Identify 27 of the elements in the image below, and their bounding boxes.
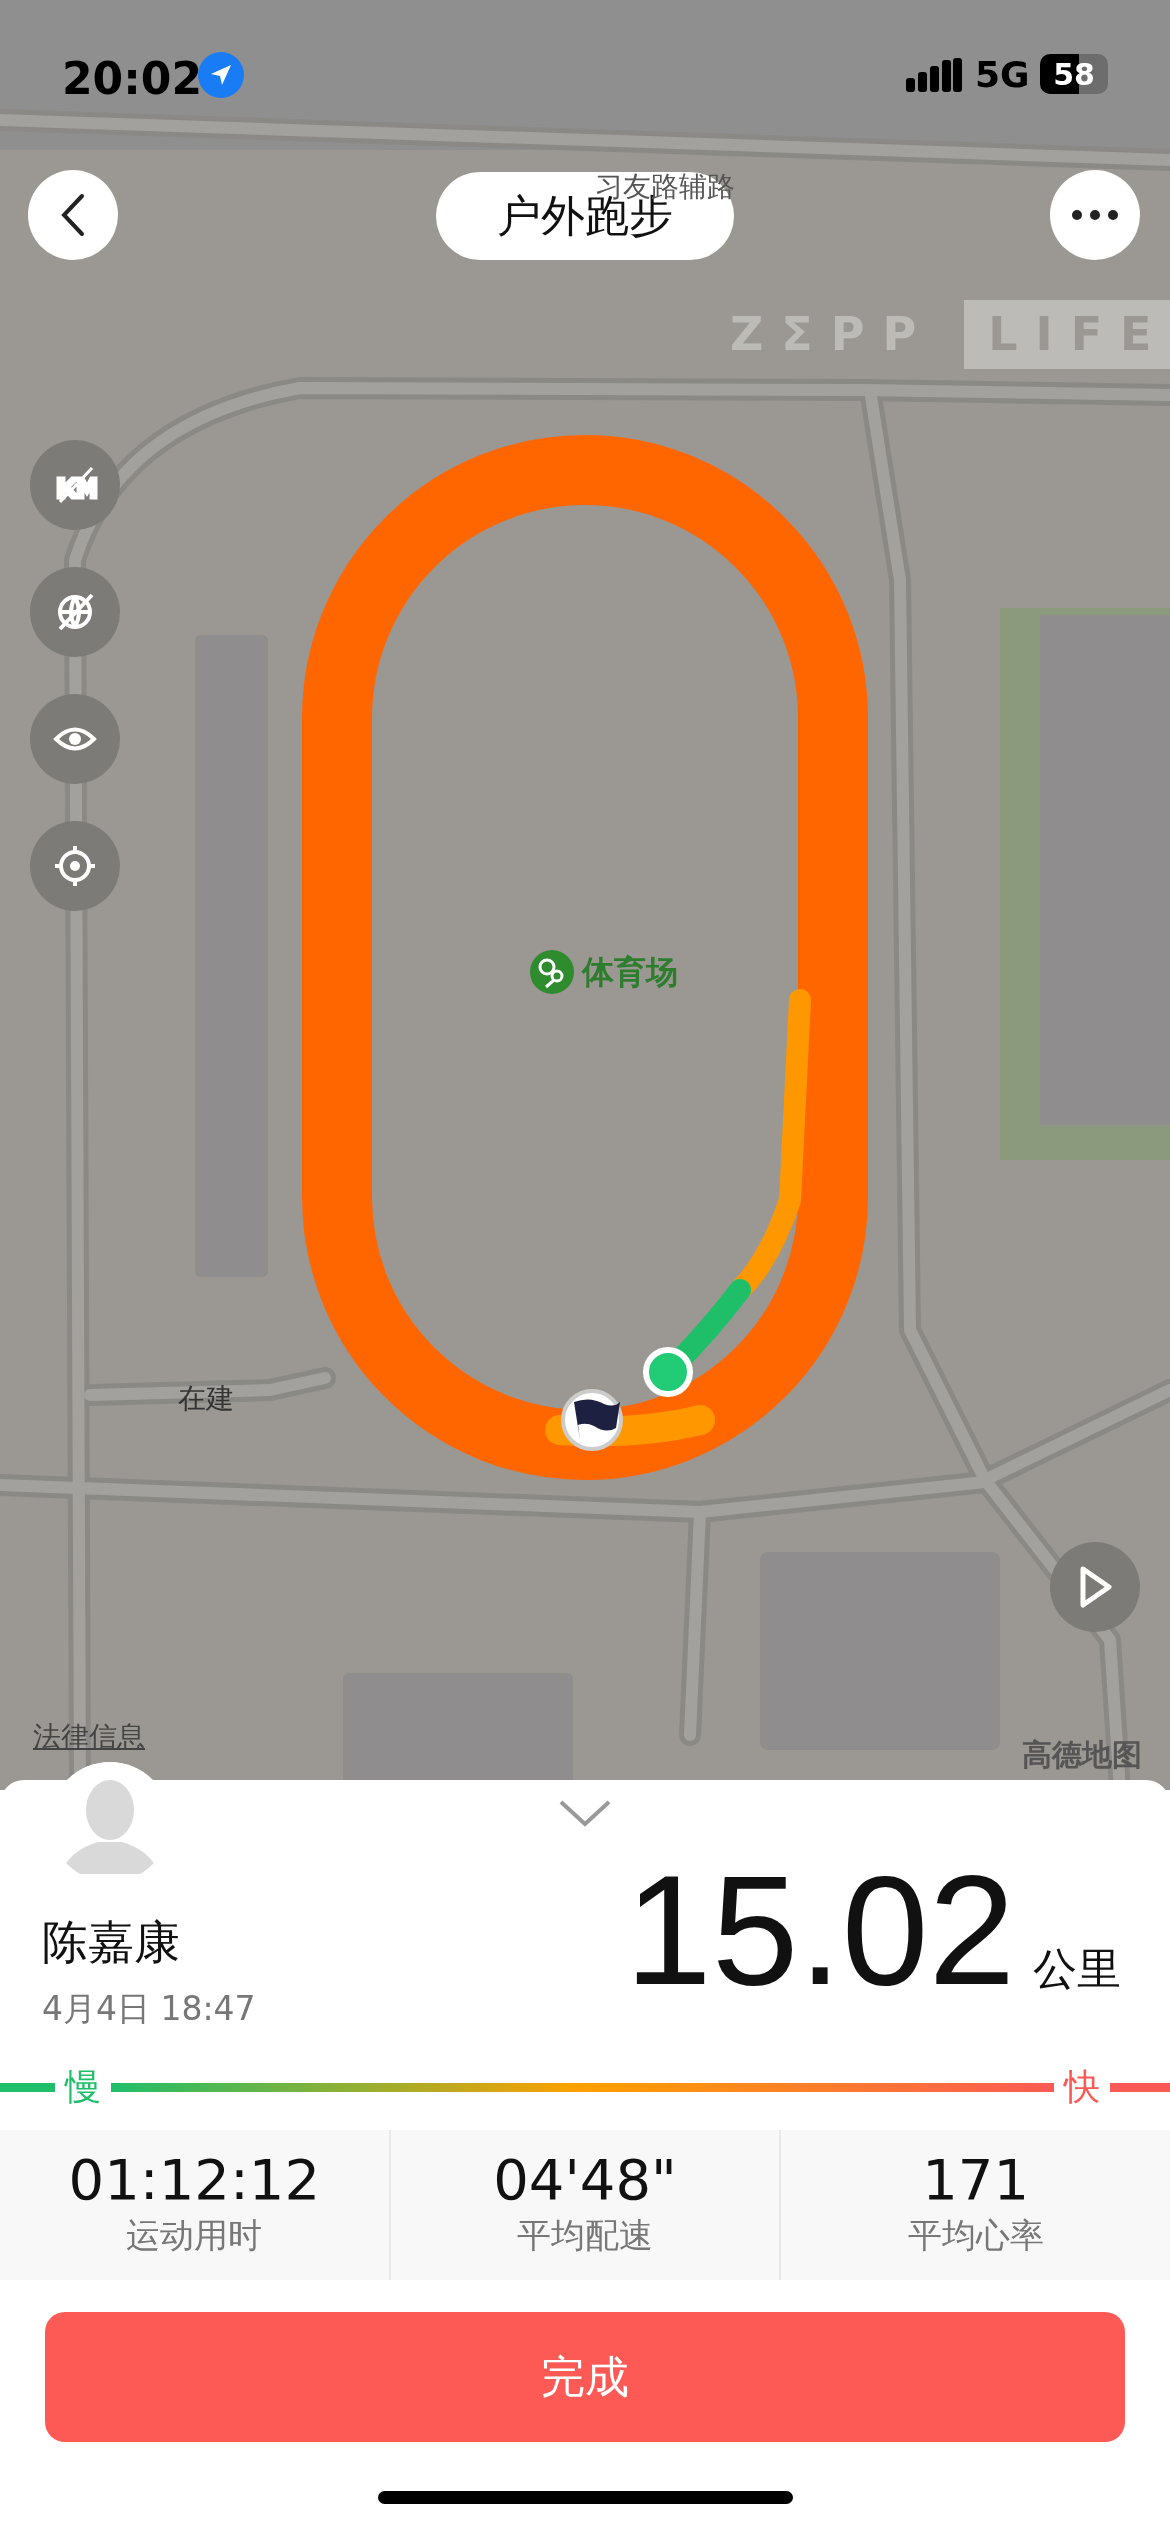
pace-fast-label: 快 (1064, 2065, 1100, 2109)
more-dots-icon (1072, 210, 1118, 220)
stat-label: 平均配速 (517, 2214, 653, 2258)
stat-value: 01:12:12 (68, 2148, 321, 2211)
pace-slow-label: 慢 (65, 2065, 101, 2109)
network-type: 5G (975, 53, 1030, 97)
sports-icon (530, 950, 574, 994)
start-marker (643, 1347, 693, 1397)
stat-label: 平均心率 (907, 2214, 1044, 2258)
finish-flag-icon (561, 1389, 623, 1451)
workout-date: 4月4日 18:47 (42, 1988, 256, 2030)
stat-value: 171 (922, 2148, 1030, 2211)
stat-label: 运动用时 (126, 2214, 263, 2258)
legal-link[interactable]: 法律信息 (33, 1716, 145, 1758)
stat-value: 04'48" (493, 2148, 677, 2211)
done-button[interactable]: 完成 (45, 2312, 1125, 2442)
status-time: 20:02 (62, 52, 203, 106)
map-provider-label: 高德地图 (1022, 1736, 1142, 1774)
poi-label: 体育场 (582, 952, 678, 993)
locate-icon (52, 843, 98, 889)
distance-unit: 公里 (1033, 1942, 1122, 1996)
map-label: 在建 (178, 1381, 234, 1417)
user-name: 陈嘉康 (42, 1914, 180, 1971)
collapse-chevron-icon[interactable] (557, 1798, 613, 1828)
battery-level: 58 (1040, 54, 1108, 94)
distance-value: 15.02 (625, 1852, 1016, 2008)
signal-icon (906, 58, 962, 92)
